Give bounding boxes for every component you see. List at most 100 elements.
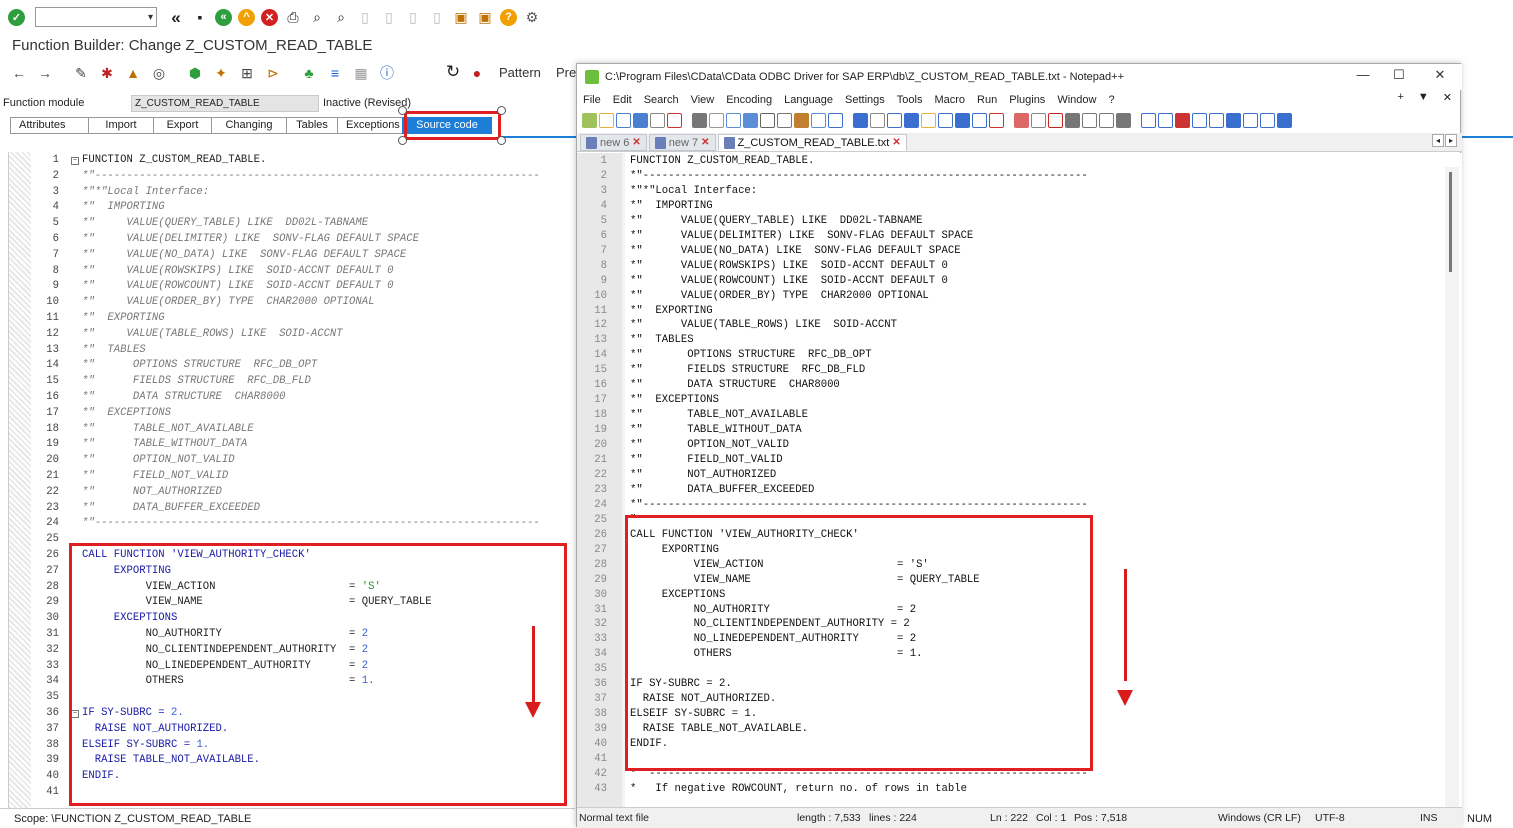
print-icon[interactable]: ⎙ (284, 8, 302, 26)
toolbar-button-icon[interactable] (1209, 112, 1224, 128)
menu-item-edit[interactable]: Edit (613, 94, 632, 106)
menu-item-plugins[interactable]: Plugins (1009, 94, 1045, 106)
toolbar-button-icon[interactable] (1277, 112, 1292, 128)
toolbar-button-icon[interactable] (1192, 112, 1207, 128)
command-field[interactable]: ▾ (35, 7, 157, 27)
toolbar-button-icon[interactable] (1226, 112, 1241, 128)
abap-source-editor[interactable]: 1− FUNCTION Z_CUSTOM_READ_TABLE. 2 *"------… (8, 152, 578, 808)
tab-new-6[interactable]: new 6 ✕ (580, 134, 647, 151)
shortcut-icon[interactable]: ▣ (476, 8, 494, 26)
toolbar-button-icon[interactable] (1031, 112, 1046, 128)
toolbar-button-icon[interactable] (760, 112, 775, 128)
toolbar-button-icon[interactable] (828, 112, 843, 128)
maximize-icon[interactable]: ☐ (1389, 67, 1409, 83)
display-change-icon[interactable]: ✎ (72, 64, 90, 82)
cancel-icon[interactable]: ✕ (261, 8, 278, 26)
exit-icon[interactable]: ^ (238, 8, 255, 26)
check-object-icon[interactable]: ▲ (124, 64, 142, 82)
toolbar-button-icon[interactable] (794, 112, 809, 128)
save-icon[interactable]: ▪ (191, 8, 209, 26)
toolbar-button-icon[interactable] (650, 112, 665, 128)
display-object-icon[interactable]: ≡ (326, 64, 344, 82)
npp-text-editor[interactable]: 1 FUNCTION Z_CUSTOM_READ_TABLE. 2 *"-------… (577, 153, 1462, 809)
test-icon[interactable]: ⬢ (186, 64, 204, 82)
menu-item-macro[interactable]: Macro (934, 94, 965, 106)
tab-new-7[interactable]: new 7 ✕ (648, 134, 716, 151)
menu-item-tools[interactable]: Tools (897, 94, 923, 106)
activate-icon[interactable]: ◎ (150, 64, 168, 82)
tab-close-icon[interactable]: ✕ (632, 137, 640, 148)
info-icon[interactable]: ⓘ (378, 64, 396, 82)
last-page-icon[interactable]: ▯ (428, 8, 446, 26)
toolbar-button-icon[interactable] (1141, 112, 1156, 128)
double-chevron-left-icon[interactable]: « (167, 8, 185, 26)
toolbar-button-icon[interactable] (1014, 112, 1029, 128)
toolbar-button-icon[interactable] (1082, 112, 1097, 128)
pattern-button[interactable]: Pattern (499, 65, 541, 80)
fold-toggle-icon[interactable]: − (71, 157, 79, 165)
toolbar-button-icon[interactable] (616, 112, 631, 128)
tab-source-code[interactable]: Source code (402, 117, 492, 134)
tab-scroll-right-icon[interactable]: ▸ (1445, 134, 1457, 147)
toolbar-button-icon[interactable] (709, 112, 724, 128)
toolbar-button-icon[interactable] (633, 112, 648, 128)
toolbar-button-icon[interactable] (1116, 112, 1131, 128)
menu-item-encoding[interactable]: Encoding (726, 94, 772, 106)
plus-icon[interactable]: + (1397, 91, 1403, 104)
refresh-icon[interactable]: ↻ (444, 62, 462, 80)
toolbar-button-icon[interactable] (972, 112, 987, 128)
menu-item-settings[interactable]: Settings (845, 94, 885, 106)
toolbar-button-icon[interactable] (1158, 112, 1173, 128)
tab-attributes[interactable]: Attributes (10, 117, 89, 134)
enter-check-icon[interactable]: ✓ (8, 8, 25, 26)
toolbar-button-icon[interactable] (870, 112, 885, 128)
back-icon[interactable]: « (215, 8, 232, 26)
toolbar-button-icon[interactable] (1243, 112, 1258, 128)
forward-arrow-icon[interactable]: → (36, 64, 54, 82)
toolbar-button-icon[interactable] (599, 112, 614, 128)
toolbar-button-icon[interactable] (1048, 112, 1063, 128)
toolbar-button-icon[interactable] (1260, 112, 1275, 128)
fold-toggle-icon[interactable]: − (71, 710, 79, 718)
toolbar-button-icon[interactable] (955, 112, 970, 128)
toolbar-button-icon[interactable] (692, 112, 707, 128)
toolbar-button-icon[interactable] (1175, 112, 1190, 128)
toolbar-button-icon[interactable] (743, 112, 758, 128)
menu-item-search[interactable]: Search (644, 94, 679, 106)
object-list-icon[interactable]: ♣ (300, 64, 318, 82)
toolbar-button-icon[interactable] (811, 112, 826, 128)
dropdown-icon[interactable]: ▼ (1418, 91, 1429, 104)
find-next-icon[interactable]: ⌕ (332, 8, 350, 26)
first-page-icon[interactable]: ▯ (356, 8, 374, 26)
toolbar-button-icon[interactable] (853, 112, 868, 128)
tab-tables[interactable]: Tables (286, 117, 338, 134)
tab-z-custom-read-table[interactable]: Z_CUSTOM_READ_TABLE.txt ✕ (717, 134, 907, 151)
menu-item-language[interactable]: Language (784, 94, 833, 106)
back-arrow-icon[interactable]: ← (10, 64, 28, 82)
toolbar-button-icon[interactable] (1065, 112, 1080, 128)
toolbar-button-icon[interactable] (1099, 112, 1114, 128)
toolbar-button-icon[interactable] (989, 112, 1004, 128)
next-page-icon[interactable]: ▯ (404, 8, 422, 26)
table-icon[interactable]: ▦ (352, 64, 370, 82)
navigate-icon[interactable]: ⊞ (238, 64, 256, 82)
hierarchy-icon[interactable]: ⊳ (264, 64, 282, 82)
menu-item-file[interactable]: File (583, 94, 601, 106)
menu-item-help[interactable]: ? (1108, 94, 1114, 106)
close-icon[interactable]: ✕ (1430, 67, 1450, 83)
tab-changing[interactable]: Changing (211, 117, 287, 134)
toolbar-button-icon[interactable] (667, 112, 682, 128)
toolbar-button-icon[interactable] (921, 112, 936, 128)
toolbar-button-icon[interactable] (777, 112, 792, 128)
pretty-printer-button[interactable]: Pre (556, 65, 576, 80)
tab-import[interactable]: Import (88, 117, 154, 134)
menu-item-run[interactable]: Run (977, 94, 997, 106)
toolbar-button-icon[interactable] (887, 112, 902, 128)
close-doc-icon[interactable]: ✕ (1443, 91, 1452, 104)
find-icon[interactable]: ⌕ (308, 8, 326, 26)
toolbar-button-icon[interactable] (904, 112, 919, 128)
help-icon[interactable]: ? (500, 8, 517, 26)
minimize-icon[interactable]: — (1353, 67, 1373, 82)
vertical-scrollbar[interactable] (1445, 167, 1459, 807)
other-object-icon[interactable]: ✱ (98, 64, 116, 82)
